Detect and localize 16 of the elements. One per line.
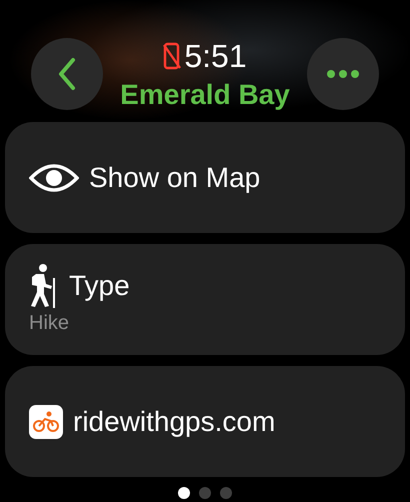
card-label: Show on Map [89, 162, 260, 194]
list-card[interactable]: Type Hike [5, 244, 405, 355]
card-label: Type [69, 270, 130, 302]
clock-time: 5:51 [184, 40, 247, 72]
card-value: Hike [29, 312, 70, 335]
list-card[interactable]: ridewithgps.com [5, 366, 405, 477]
back-chevron-icon [57, 57, 77, 91]
app-logo-icon [29, 404, 63, 438]
card-label: ridewithgps.com [73, 406, 276, 438]
page-dot[interactable] [178, 487, 190, 499]
route-title: Emerald Bay [120, 78, 290, 112]
list-card[interactable]: Show on Map [5, 122, 405, 233]
page-dot[interactable] [220, 487, 232, 499]
eye-icon [29, 162, 79, 194]
more-icon [326, 69, 360, 79]
page-dot[interactable] [199, 487, 211, 499]
